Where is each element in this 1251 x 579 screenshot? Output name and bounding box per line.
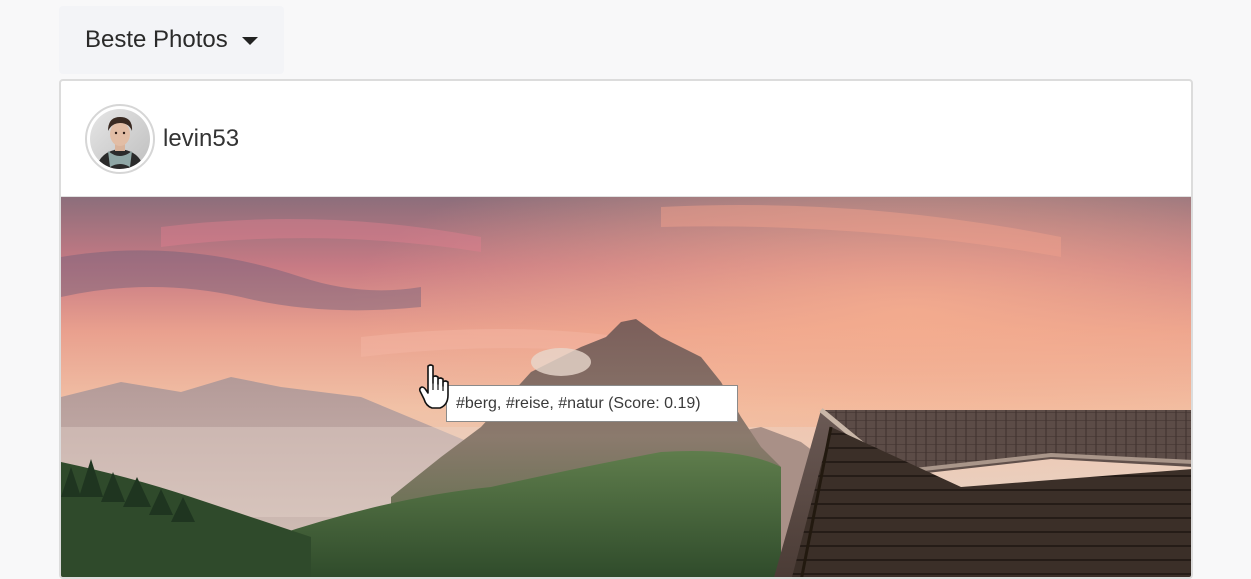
post-username[interactable]: levin53 [163, 125, 239, 153]
photo-post-card: levin53 [59, 79, 1193, 579]
photo-tags-tooltip: #berg, #reise, #natur (Score: 0.19) [446, 385, 738, 422]
dropdown-label: Beste Photos [85, 26, 228, 53]
photo-filter-dropdown[interactable]: Beste Photos [59, 6, 284, 74]
avatar-image [90, 108, 150, 169]
post-header: levin53 [61, 81, 1191, 197]
caret-down-icon [241, 37, 258, 45]
hand-pointer-cursor-icon [418, 364, 449, 409]
user-avatar[interactable] [85, 103, 155, 174]
